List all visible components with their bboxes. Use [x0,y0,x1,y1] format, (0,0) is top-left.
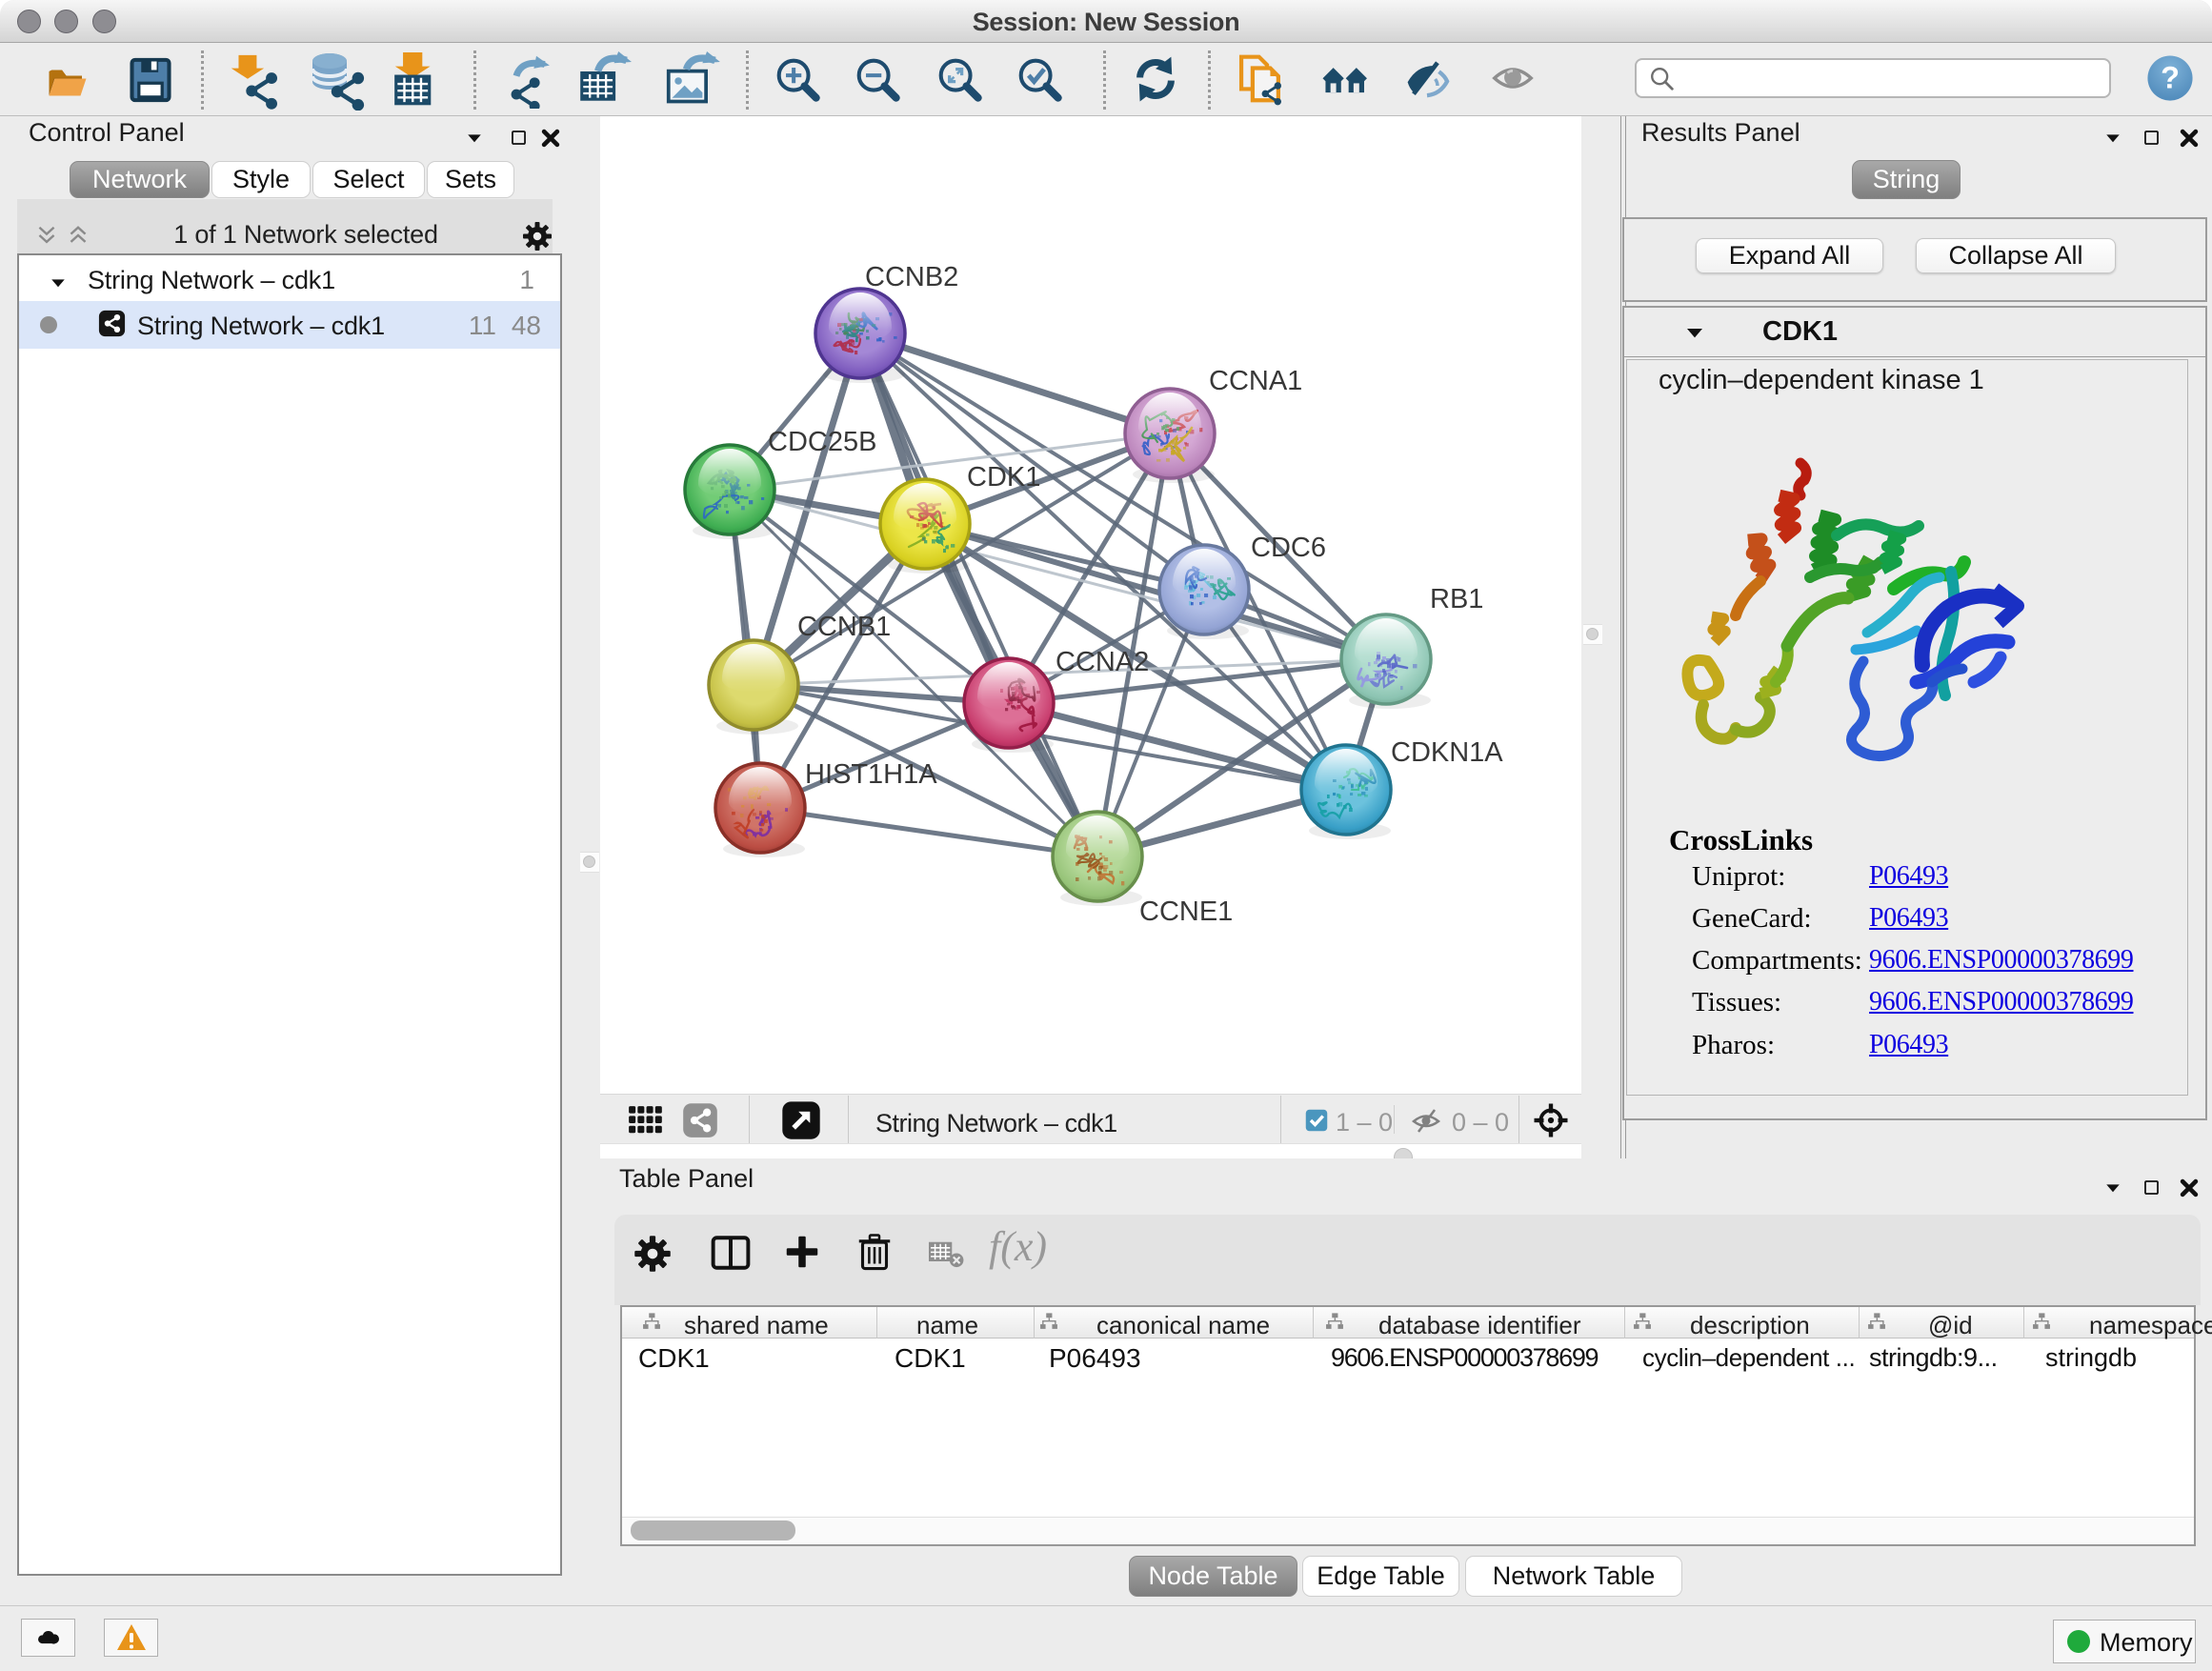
svg-text:CCNA1: CCNA1 [1209,366,1302,396]
svg-text:CDC6: CDC6 [1251,533,1326,563]
svg-text:RB1: RB1 [1430,584,1483,614]
svg-text:CDKN1A: CDKN1A [1391,737,1503,768]
svg-text:CCNB1: CCNB1 [797,612,891,642]
svg-text:?: ? [2161,61,2180,95]
svg-text:CDC25B: CDC25B [768,427,876,457]
svg-text:HIST1H1A: HIST1H1A [805,759,937,790]
svg-text:CCNA2: CCNA2 [1056,647,1149,677]
svg-text:CCNE1: CCNE1 [1139,896,1233,927]
svg-text:CDK1: CDK1 [967,462,1040,493]
svg-text:CCNB2: CCNB2 [865,262,958,292]
